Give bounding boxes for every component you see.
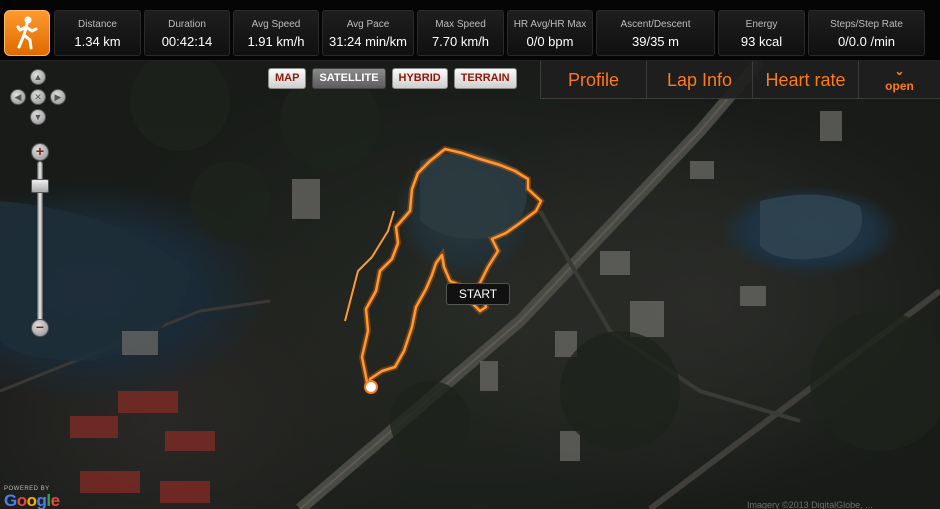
satellite-map[interactable]: MAP SATELLITE HYBRID TERRAIN Profile Lap… — [0, 61, 940, 509]
pan-left-icon[interactable]: ◀ — [10, 89, 26, 105]
zoom-slider-handle[interactable] — [31, 179, 49, 193]
stat-label: Avg Speed — [251, 19, 301, 30]
stat-value: 0/0 bpm — [526, 34, 574, 49]
stat-label: Max Speed — [435, 19, 486, 30]
map-type-hybrid-button[interactable]: HYBRID — [391, 68, 448, 89]
stat-label: Avg Pace — [346, 19, 390, 30]
google-wordmark: Google — [4, 491, 60, 509]
stat-avg-speed: Avg Speed 1.91 km/h — [233, 10, 319, 56]
map-type-map-button[interactable]: MAP — [268, 68, 307, 89]
stat-ascent-descent: Ascent/Descent 39/35 m — [596, 10, 715, 56]
pan-control: ▲ ◀ ✕ ▶ ▼ — [8, 67, 70, 129]
pan-right-icon[interactable]: ▶ — [50, 89, 66, 105]
stats-bar: Distance 1.34 km Duration 00:42:14 Avg S… — [0, 0, 940, 61]
stat-label: HR Avg/HR Max — [513, 19, 587, 30]
pan-down-icon[interactable]: ▼ — [30, 109, 46, 125]
runner-button[interactable] — [4, 10, 50, 56]
stat-value: 0/0.0 /min — [837, 34, 896, 49]
stat-duration: Duration 00:42:14 — [144, 10, 230, 56]
stat-hr: HR Avg/HR Max 0/0 bpm — [507, 10, 593, 56]
stat-avg-pace: Avg Pace 31:24 min/km — [322, 10, 414, 56]
tab-lap-info[interactable]: Lap Info — [646, 61, 752, 99]
stat-max-speed: Max Speed 7.70 km/h — [417, 10, 504, 56]
end-marker — [364, 380, 378, 394]
stat-label: Duration — [168, 19, 206, 30]
tab-profile[interactable]: Profile — [540, 61, 646, 99]
stat-value: 93 kcal — [740, 34, 783, 49]
map-type-selector: MAP SATELLITE HYBRID TERRAIN — [268, 68, 523, 89]
open-label: open — [885, 79, 914, 93]
runner-icon — [16, 16, 38, 50]
imagery-credit: Imagery ©2013 DigitalGlobe, ... — [747, 500, 873, 509]
zoom-in-icon[interactable]: + — [31, 143, 49, 161]
stat-label: Energy — [745, 19, 778, 30]
stat-value: 31:24 min/km — [328, 34, 408, 49]
stat-label: Steps/Step Rate — [830, 19, 903, 30]
stat-value: 1.91 km/h — [247, 34, 305, 49]
chevron-down-icon: ⌄ — [894, 64, 905, 78]
map-type-terrain-button[interactable]: TERRAIN — [453, 68, 517, 89]
stat-value: 1.34 km — [74, 34, 121, 49]
zoom-control: + − — [30, 143, 50, 343]
map-type-satellite-button[interactable]: SATELLITE — [312, 68, 386, 89]
stat-distance: Distance 1.34 km — [54, 10, 141, 56]
stat-label: Ascent/Descent — [620, 19, 691, 30]
stat-steps: Steps/Step Rate 0/0.0 /min — [808, 10, 925, 56]
start-marker-label: START — [446, 283, 510, 305]
stat-value: 00:42:14 — [161, 34, 213, 49]
tab-heart-rate[interactable]: Heart rate — [752, 61, 858, 99]
google-logo[interactable]: POWERED BY Google — [4, 486, 60, 509]
pan-up-icon[interactable]: ▲ — [30, 69, 46, 85]
pan-center-icon[interactable]: ✕ — [30, 89, 46, 105]
stat-value: 7.70 km/h — [431, 34, 490, 49]
open-panel-button[interactable]: ⌄ open — [858, 61, 940, 99]
stat-label: Distance — [78, 19, 117, 30]
zoom-out-icon[interactable]: − — [31, 319, 49, 337]
stats-row: Distance 1.34 km Duration 00:42:14 Avg S… — [54, 10, 928, 56]
stat-energy: Energy 93 kcal — [718, 10, 805, 56]
stat-value: 39/35 m — [632, 34, 679, 49]
analysis-tabs: Profile Lap Info Heart rate ⌄ open — [540, 61, 940, 99]
